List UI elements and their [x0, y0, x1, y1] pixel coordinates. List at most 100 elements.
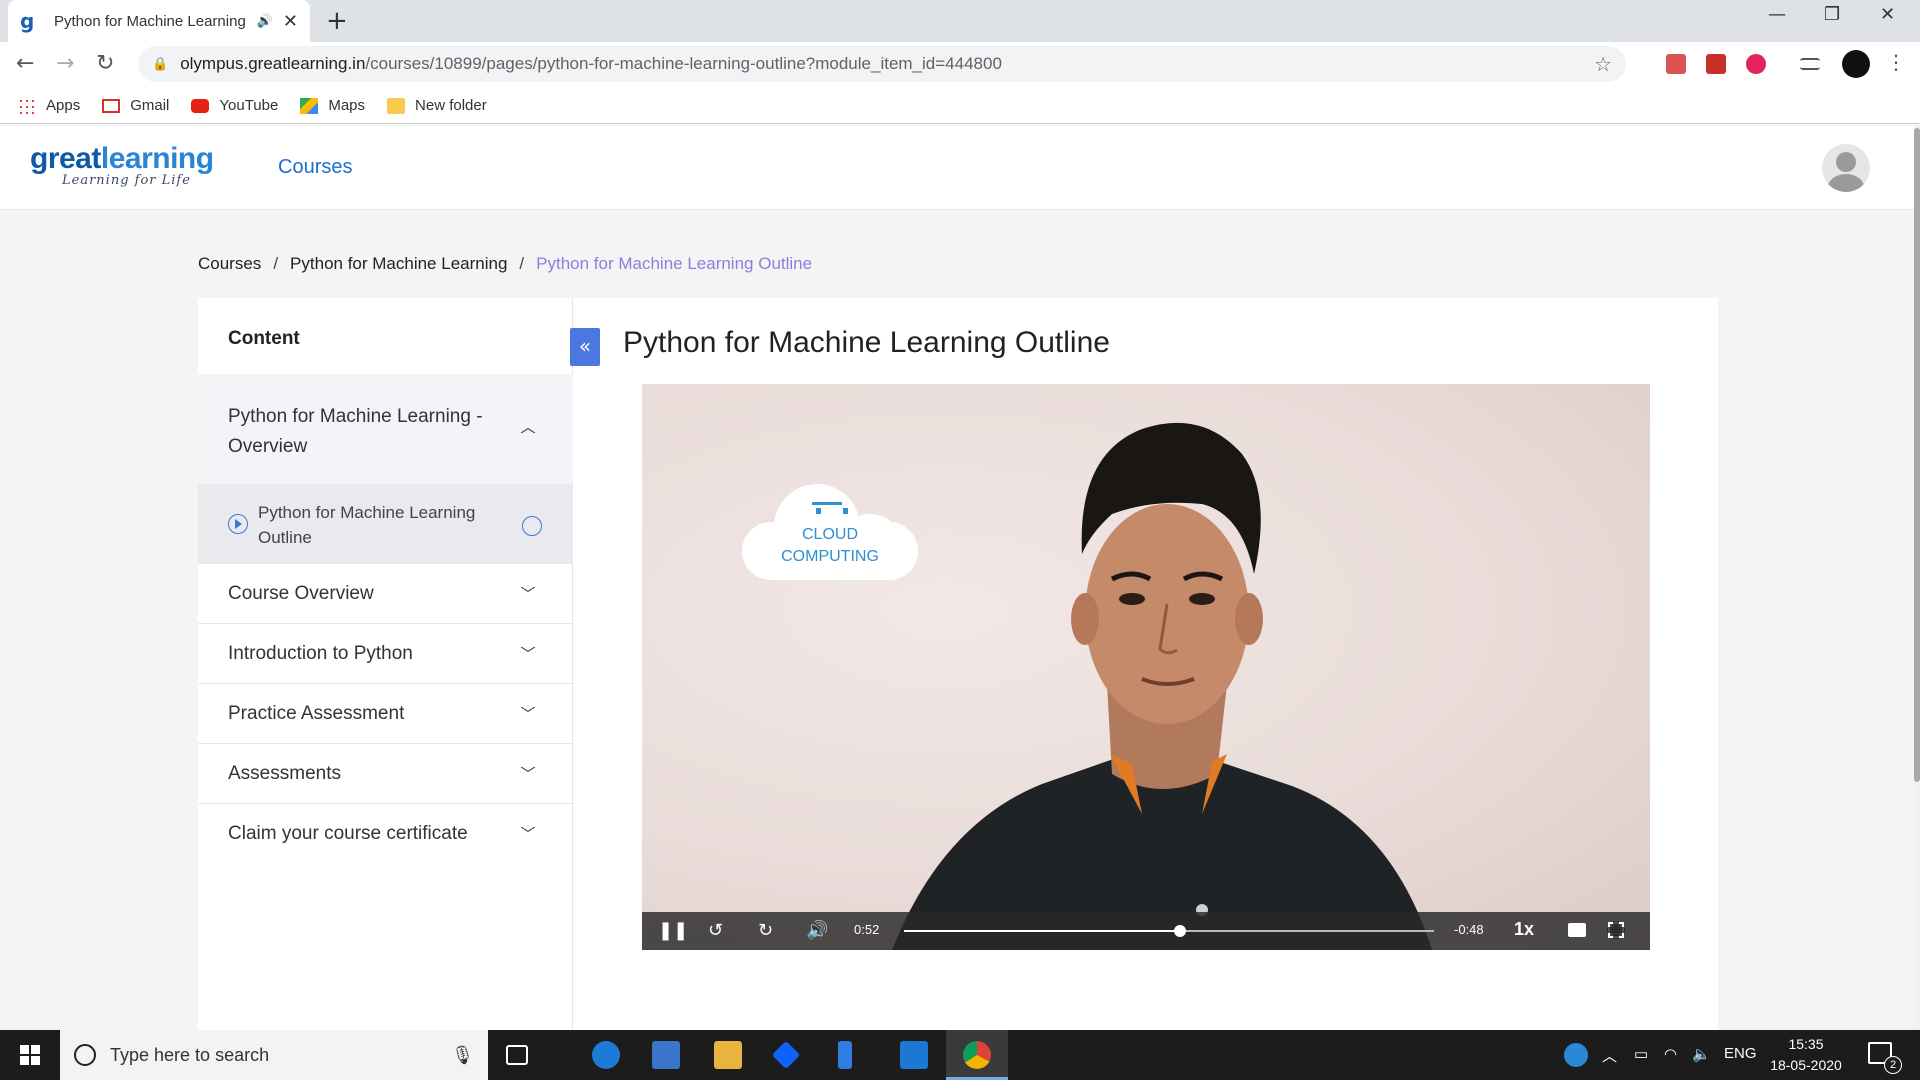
greatlearning-logo[interactable]: greatlearning Learning for Life — [30, 144, 214, 188]
forward-icon[interactable]: → — [56, 52, 74, 76]
dropbox-icon[interactable] — [771, 1040, 801, 1070]
battery-icon[interactable]: ▭ — [1634, 1045, 1648, 1063]
edge-icon[interactable] — [592, 1041, 620, 1069]
store-icon[interactable] — [652, 1041, 680, 1069]
window-close-icon[interactable]: ✕ — [1880, 4, 1895, 25]
nav-courses-link[interactable]: Courses — [278, 156, 352, 179]
profile-avatar-icon[interactable] — [1842, 50, 1870, 78]
playback-speed-button[interactable]: 1x — [1514, 919, 1534, 940]
browser-toolbar: ← → ↻ 🔒 olympus.greatlearning.in/courses… — [0, 42, 1920, 88]
windows-start-icon[interactable] — [20, 1045, 40, 1065]
clock-time: 15:35 — [1788, 1036, 1824, 1052]
bookmark-apps[interactable]: Apps — [18, 97, 80, 114]
sidebar-section-label: Claim your course certificate — [228, 823, 468, 844]
pdf-extension-icon[interactable] — [1666, 54, 1686, 74]
app-icon[interactable] — [838, 1041, 852, 1069]
volume-tray-icon[interactable]: 🔈 — [1692, 1045, 1711, 1063]
browser-menu-icon[interactable]: ⋮ — [1886, 50, 1906, 74]
logo-text-main: great — [30, 142, 101, 175]
logo-text-accent: learning — [100, 142, 214, 175]
sidebar-section-certificate[interactable]: Claim your course certificate ﹀ — [198, 804, 573, 864]
clock-date: 18-05-2020 — [1770, 1057, 1842, 1073]
acrobat-extension-icon[interactable] — [1746, 54, 1766, 74]
pdf-tools-extension-icon[interactable] — [1706, 54, 1726, 74]
new-tab-button[interactable]: + — [326, 8, 348, 34]
microphone-icon[interactable]: 🎙 — [451, 1045, 474, 1066]
chrome-taskbar-button[interactable] — [946, 1030, 1008, 1080]
reload-icon[interactable]: ↻ — [96, 52, 114, 76]
url-bar[interactable]: 🔒 olympus.greatlearning.in/courses/10899… — [138, 46, 1626, 82]
fullscreen-icon[interactable] — [1607, 921, 1625, 939]
scrollbar-thumb[interactable] — [1914, 128, 1920, 782]
chevron-down-icon[interactable]: ﹀ — [519, 585, 537, 603]
presenter-figure — [892, 422, 1432, 950]
restore-icon[interactable]: ❐ — [1824, 4, 1840, 25]
breadcrumb-course[interactable]: Python for Machine Learning — [290, 254, 507, 274]
bookmark-label: Apps — [46, 97, 81, 114]
bookmark-new-folder[interactable]: New folder — [387, 97, 487, 114]
rewind-icon[interactable]: ↺ — [708, 920, 723, 942]
chevron-down-icon[interactable]: ﹀ — [519, 705, 537, 723]
tab-close-icon[interactable]: ✕ — [283, 11, 298, 32]
wifi-icon[interactable]: ◠ — [1664, 1045, 1677, 1063]
content-panel: Content Python for Machine Learning - Ov… — [198, 298, 1718, 1030]
system-clock[interactable]: 15:35 18-05-2020 — [1766, 1034, 1846, 1076]
mail-icon[interactable] — [900, 1041, 928, 1069]
youtube-icon — [191, 98, 210, 113]
task-view-icon[interactable] — [506, 1045, 528, 1065]
play-circle-icon — [228, 514, 248, 534]
sidebar-section-intro-python[interactable]: Introduction to Python ﹀ — [198, 624, 573, 684]
completion-status-icon — [522, 516, 542, 536]
back-icon[interactable]: ← — [16, 52, 34, 76]
chevron-down-icon[interactable]: ﹀ — [519, 765, 537, 783]
page-scrollbar[interactable] — [1914, 126, 1920, 1030]
collapse-sidebar-button[interactable]: « — [570, 328, 600, 366]
sidebar-section-overview[interactable]: Python for Machine Learning - Overview ︿ — [198, 374, 573, 484]
file-explorer-icon[interactable] — [714, 1041, 742, 1069]
taskbar-search-box[interactable]: Type here to search 🎙 — [60, 1030, 488, 1080]
captions-icon[interactable] — [1568, 923, 1586, 937]
sidebar-section-course-overview[interactable]: Course Overview ﹀ — [198, 564, 573, 624]
sidebar-section-label: Assessments — [228, 763, 341, 784]
video-player[interactable]: CLOUD COMPUTING ❚❚ ↺ ↻ 🔊 0:52 -0:48 1x — [642, 384, 1650, 950]
sidebar-section-assessments[interactable]: Assessments ﹀ — [198, 744, 573, 804]
bookmark-youtube[interactable]: YouTube — [191, 97, 278, 114]
chevron-down-icon[interactable]: ﹀ — [519, 825, 537, 843]
volume-icon[interactable]: 🔊 — [806, 920, 828, 942]
apps-grid-icon — [18, 97, 36, 114]
browser-tab-strip: g Python for Machine Learning 🔊 ✕ + — ❐ … — [0, 0, 1920, 42]
tab-title: Python for Machine Learning — [54, 12, 246, 30]
user-avatar[interactable] — [1822, 144, 1870, 192]
video-controls: ❚❚ ↺ ↻ 🔊 0:52 -0:48 1x — [642, 912, 1650, 950]
breadcrumb-separator: / — [273, 254, 279, 273]
chevron-up-icon[interactable]: ︿ — [519, 418, 537, 436]
tray-chevron-up-icon[interactable]: ︿ — [1602, 1045, 1617, 1066]
progress-handle[interactable] — [1173, 925, 1186, 937]
lock-icon: 🔒 — [152, 56, 169, 71]
chrome-icon — [963, 1041, 991, 1069]
help-icon[interactable] — [1564, 1043, 1588, 1067]
bookmark-label: YouTube — [219, 97, 279, 114]
pause-icon[interactable]: ❚❚ — [658, 920, 688, 942]
video-progress-bar[interactable] — [904, 925, 1434, 937]
bookmark-label: New folder — [415, 97, 487, 114]
tab-audio-icon[interactable]: 🔊 — [257, 13, 273, 29]
forward-skip-icon[interactable]: ↻ — [758, 920, 773, 942]
minimize-icon[interactable]: — — [1768, 4, 1786, 25]
media-controls-icon[interactable] — [1800, 58, 1820, 70]
breadcrumb-courses[interactable]: Courses — [198, 254, 261, 274]
sidebar-item-outline[interactable]: Python for Machine Learning Outline — [198, 484, 573, 564]
progress-fill — [904, 930, 1180, 932]
bookmark-star-icon[interactable]: ☆ — [1594, 52, 1612, 77]
bookmark-maps[interactable]: Maps — [300, 97, 365, 114]
chevron-down-icon[interactable]: ﹀ — [519, 645, 537, 663]
bookmark-gmail[interactable]: Gmail — [102, 97, 169, 114]
browser-tab[interactable]: g Python for Machine Learning 🔊 ✕ — [8, 0, 310, 42]
search-placeholder: Type here to search — [110, 1044, 270, 1065]
sidebar-item-label: Python for Machine Learning Outline — [258, 503, 476, 547]
logo-tagline: Learning for Life — [62, 173, 191, 188]
breadcrumb: Courses / Python for Machine Learning / … — [198, 254, 812, 274]
sidebar-section-practice-assessment[interactable]: Practice Assessment ﹀ — [198, 684, 573, 744]
language-indicator[interactable]: ENG — [1724, 1045, 1757, 1062]
breadcrumb-current: Python for Machine Learning Outline — [536, 254, 813, 273]
